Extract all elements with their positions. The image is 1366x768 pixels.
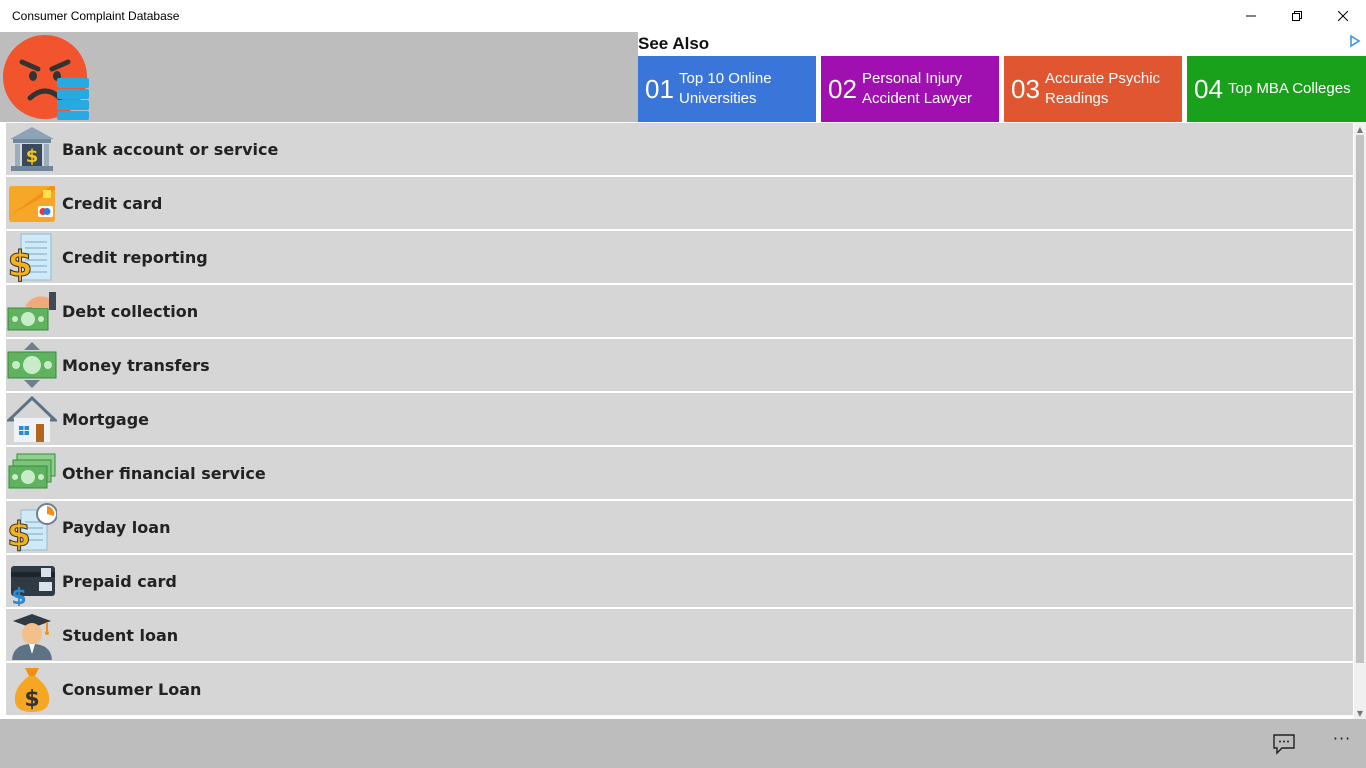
scrollbar-thumb[interactable]: [1356, 135, 1364, 663]
prepaid-card-icon: $: [11, 566, 55, 606]
list-item-consumer-loan[interactable]: $ Consumer Loan: [6, 663, 1353, 715]
restore-icon: [1292, 11, 1302, 21]
bottom-app-bar: ···: [0, 719, 1366, 768]
list-item-prepaid-card[interactable]: $ Prepaid card: [6, 555, 1353, 607]
ad-tile-number: 02: [828, 73, 857, 104]
list-item-label: Bank account or service: [62, 139, 279, 159]
see-also-heading: See Also: [638, 34, 710, 53]
money-stack-icon: [8, 453, 56, 489]
list-item-debt-collection[interactable]: Debt collection: [6, 285, 1353, 337]
ad-tile-label: Personal Injury Accident Lawyer: [862, 70, 973, 107]
list-item-other-financial-service[interactable]: Other financial service: [6, 447, 1353, 499]
restore-button[interactable]: [1274, 0, 1320, 32]
ad-tile-2[interactable]: 02 Personal Injury Accident Lawyer: [821, 56, 999, 122]
list-item-student-loan[interactable]: Student loan: [6, 609, 1353, 661]
svg-text:$: $: [26, 146, 39, 167]
svg-text:$: $: [24, 687, 39, 712]
list-item-mortgage[interactable]: Mortgage: [6, 393, 1353, 445]
ad-tile-4[interactable]: 04 Top MBA Colleges: [1187, 56, 1366, 122]
bank-icon: $: [10, 127, 54, 171]
list-item-money-transfers[interactable]: Money transfers: [6, 339, 1353, 391]
list-item-label: Credit reporting: [62, 247, 208, 267]
see-also-ads: See Also 01 Top 10 Online Universities 0…: [638, 32, 1366, 122]
svg-text:$: $: [7, 515, 31, 552]
minimize-button[interactable]: [1228, 0, 1274, 32]
money-transfer-icon: [7, 342, 57, 388]
list-item-credit-reporting[interactable]: $ Credit reporting: [6, 231, 1353, 283]
list-item-payday-loan[interactable]: $ Payday loan: [6, 501, 1353, 553]
more-options-button[interactable]: ···: [1330, 729, 1354, 753]
vertical-scrollbar[interactable]: ▲ ▼: [1354, 123, 1366, 719]
student-icon: [12, 614, 52, 660]
title-bar: Consumer Complaint Database: [0, 0, 1366, 32]
list-item-label: Prepaid card: [62, 571, 177, 591]
credit-report-icon: $: [7, 233, 52, 282]
scroll-down-icon[interactable]: ▼: [1354, 707, 1366, 719]
debt-collection-icon: [7, 292, 56, 331]
list-item-credit-card[interactable]: Credit card: [6, 177, 1353, 229]
money-bag-icon: $: [14, 668, 50, 712]
scroll-up-icon[interactable]: ▲: [1354, 123, 1366, 135]
angry-face-logo-icon: [3, 35, 89, 120]
feedback-icon[interactable]: [1272, 733, 1296, 755]
app-header: [0, 32, 638, 122]
svg-text:$: $: [7, 244, 32, 282]
ad-choices-icon[interactable]: [1348, 34, 1362, 48]
list-item-label: Payday loan: [62, 517, 171, 537]
close-icon: [1338, 11, 1348, 21]
minimize-icon: [1246, 15, 1256, 17]
credit-card-icon: [9, 186, 55, 222]
window-title: Consumer Complaint Database: [12, 9, 180, 23]
ad-tile-1[interactable]: 01 Top 10 Online Universities: [638, 56, 816, 122]
list-item-label: Mortgage: [62, 409, 150, 429]
svg-text:$: $: [11, 585, 26, 606]
list-item-label: Money transfers: [62, 355, 210, 375]
list-item-label: Other financial service: [62, 463, 266, 483]
ad-tile-number: 04: [1194, 73, 1223, 104]
list-item-label: Consumer Loan: [62, 679, 202, 699]
ad-tile-label: Top MBA Colleges: [1228, 80, 1351, 97]
list-item-label: Debt collection: [62, 301, 199, 321]
list-item-label: Credit card: [62, 193, 163, 213]
category-list: $ Bank account or service Credit card $ …: [6, 123, 1353, 719]
ad-tile-label: Accurate Psychic Readings: [1045, 70, 1161, 107]
list-item-bank-account[interactable]: $ Bank account or service: [6, 123, 1353, 175]
ad-tile-number: 01: [645, 73, 674, 104]
ad-tile-number: 03: [1011, 73, 1040, 104]
ad-tile-3[interactable]: 03 Accurate Psychic Readings: [1004, 56, 1182, 122]
close-button[interactable]: [1320, 0, 1366, 32]
payday-loan-icon: $: [7, 503, 57, 552]
ad-tile-label: Top 10 Online Universities: [679, 70, 772, 107]
list-item-label: Student loan: [62, 625, 179, 645]
house-icon: [7, 395, 57, 442]
